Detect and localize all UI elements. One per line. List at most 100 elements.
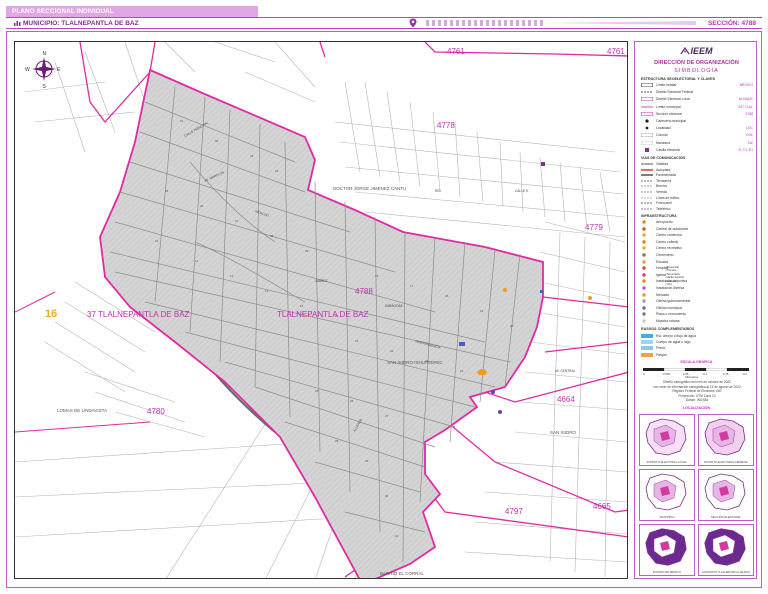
svg-text:12: 12 [230, 274, 234, 278]
structure-item: Límite estatal MÉXICO [640, 82, 753, 88]
location-map: SECCIÓN ELECTORAL [698, 469, 754, 521]
map-panel[interactable]: 01 02 03 04 05 06 07 08 09 10 11 12 13 14 15 16 17 18 1… [14, 41, 628, 579]
map-canvas[interactable]: 01020304 0506070809 101112131415 1617181… [15, 42, 628, 579]
legend-code: COL [746, 133, 753, 138]
location-caption: MUNICIPIO TLALNEPANTLA DE BAZ [702, 570, 750, 574]
legend-code: 16 NAUC [738, 97, 753, 102]
legend-symbol-icon [641, 126, 653, 130]
colony-label: BARRIO EL CORRAL [380, 571, 424, 576]
legend-label: Autopista [656, 167, 671, 172]
legend-label: Centro comercial [656, 233, 682, 238]
infrastructure-item: Aeropuerto [641, 220, 753, 225]
location-map-icon [645, 418, 687, 456]
complementary-item: Parque [641, 352, 753, 358]
colony-label: SAN ISIDRO IXHUATEPEC [387, 360, 443, 365]
location-map: ESTADO DE MÉXICO [639, 524, 695, 576]
scale-tick: 0.025 [663, 372, 670, 376]
road-item: Línea de tráfico [641, 196, 753, 201]
complementary-item: Cuerpo de agua o lago [641, 340, 753, 345]
scale-title: ESCALA GRÁFICA [680, 360, 713, 364]
legend-label: Sección electoral [656, 111, 682, 116]
legend-label: Central de autobuses [656, 226, 689, 231]
legend-symbol-icon [641, 346, 653, 351]
infrastructure-item: Oficina gubernamental [641, 299, 753, 304]
legend-symbol-icon [640, 96, 654, 102]
legend-symbol-icon [641, 259, 653, 264]
structure-item: Colonia COL [640, 133, 753, 138]
legend-symbol-icon [641, 340, 653, 345]
svg-text:27: 27 [385, 414, 389, 418]
svg-text:14: 14 [300, 304, 304, 308]
complementary-item: Presa [641, 346, 753, 351]
legend-symbol-icon [641, 168, 653, 172]
municipality-map-label: 37 TLALNEPANTLA DE BAZ [87, 310, 190, 319]
scale-unit: Kilómetros [685, 375, 699, 379]
legend-panel: IEEM DIRECCIÓN DE ORGANIZACIÓN SIMBOLOGÍ… [634, 41, 757, 579]
section-label-4761: 4761 [447, 47, 465, 56]
legend-symbol-icon [641, 162, 653, 166]
legend-label: Mancha urbana [656, 319, 680, 323]
scale-tick: 0.2 [743, 372, 747, 376]
location-map-icon [704, 528, 746, 566]
road-item: Terracería [641, 179, 753, 184]
legend-symbol-icon [641, 147, 653, 152]
scale-bar [643, 368, 749, 371]
section-label-4664: 4664 [557, 395, 575, 404]
decorative-stripes [426, 20, 696, 26]
legend-label: Presa [656, 346, 665, 351]
svg-text:21: 21 [355, 339, 359, 343]
road-item: Brecha [641, 184, 753, 189]
section-4788-polygon[interactable] [99, 68, 544, 579]
legend-symbol-icon [641, 190, 653, 194]
svg-text:07: 07 [235, 219, 239, 223]
svg-text:30: 30 [385, 494, 389, 498]
compass-rose-icon: N S E W [25, 51, 61, 90]
compass-n: N [43, 51, 47, 57]
svg-text:11: 11 [195, 259, 198, 263]
svg-text:08: 08 [270, 234, 274, 238]
location-pin-icon [409, 18, 417, 28]
structure-item: Distrito Electoral Federal [641, 90, 753, 95]
legend-code: LOC [746, 126, 753, 131]
svg-text:10: 10 [155, 239, 159, 243]
location-map-icon [704, 473, 746, 511]
infrastructure-item: Plaza o monumento [641, 312, 753, 317]
road-item: Pavimentada [641, 173, 753, 178]
legend-symbol-icon [641, 201, 653, 205]
infrastructure-item: Centro recreativo [641, 246, 753, 251]
legend-symbol-icon [641, 233, 653, 237]
legend-code: B, C1, E1 [738, 147, 753, 152]
svg-text:25: 25 [315, 389, 319, 393]
location-caption: MUNICIPIO [659, 515, 675, 519]
municipality-label: MUNICIPIO: TLALNEPANTLA DE BAZ [14, 19, 139, 29]
infrastructure-item: Central de autobuses [641, 227, 753, 232]
section-number: SECCIÓN: 4788 [707, 20, 756, 27]
legend-label: Localidad [656, 126, 671, 131]
legend-label: Aeropuerto [656, 220, 673, 224]
svg-text:RIO: RIO [435, 189, 441, 193]
infrastructure-item: Mancha urbana [641, 319, 753, 324]
municipality-text: MUNICIPIO: TLALNEPANTLA DE BAZ [23, 20, 139, 27]
legend-code: MZ [748, 140, 753, 145]
legend-label: Ferrocarril [656, 201, 672, 206]
legend-symbol-icon [641, 279, 653, 284]
roads-header: VÍAS DE COMUNICACIÓN [641, 156, 686, 160]
legend-label: Límite municipal [656, 104, 681, 109]
scale-tick: 0 [643, 372, 645, 376]
svg-text:05: 05 [165, 189, 169, 193]
logo-text: IEEM [690, 46, 713, 56]
svg-text:26: 26 [350, 399, 354, 403]
structure-item: Distrito Electoral Local 16 NAUC [640, 96, 753, 102]
legend-symbol-icon [641, 90, 653, 94]
complementary-item: Río, arroyo o flujo de agua [641, 334, 753, 339]
legend-label: Plaza o monumento [656, 312, 687, 317]
section-label-4780: 4780 [147, 407, 165, 416]
svg-text:01: 01 [180, 119, 184, 123]
svg-text:ZARAGOZA: ZARAGOZA [385, 304, 403, 308]
legend-symbol-icon [641, 240, 653, 244]
colony-label: SAN ISIDRO [550, 430, 577, 435]
legend-label: Oficina gubernamental [656, 299, 691, 304]
location-caption: DISTRITO ELECTORAL LOCAL [646, 460, 688, 464]
colony-label: LOMAS DE LINDAVISTA [57, 408, 107, 413]
legend-label: Cabecera municipal [656, 119, 686, 123]
